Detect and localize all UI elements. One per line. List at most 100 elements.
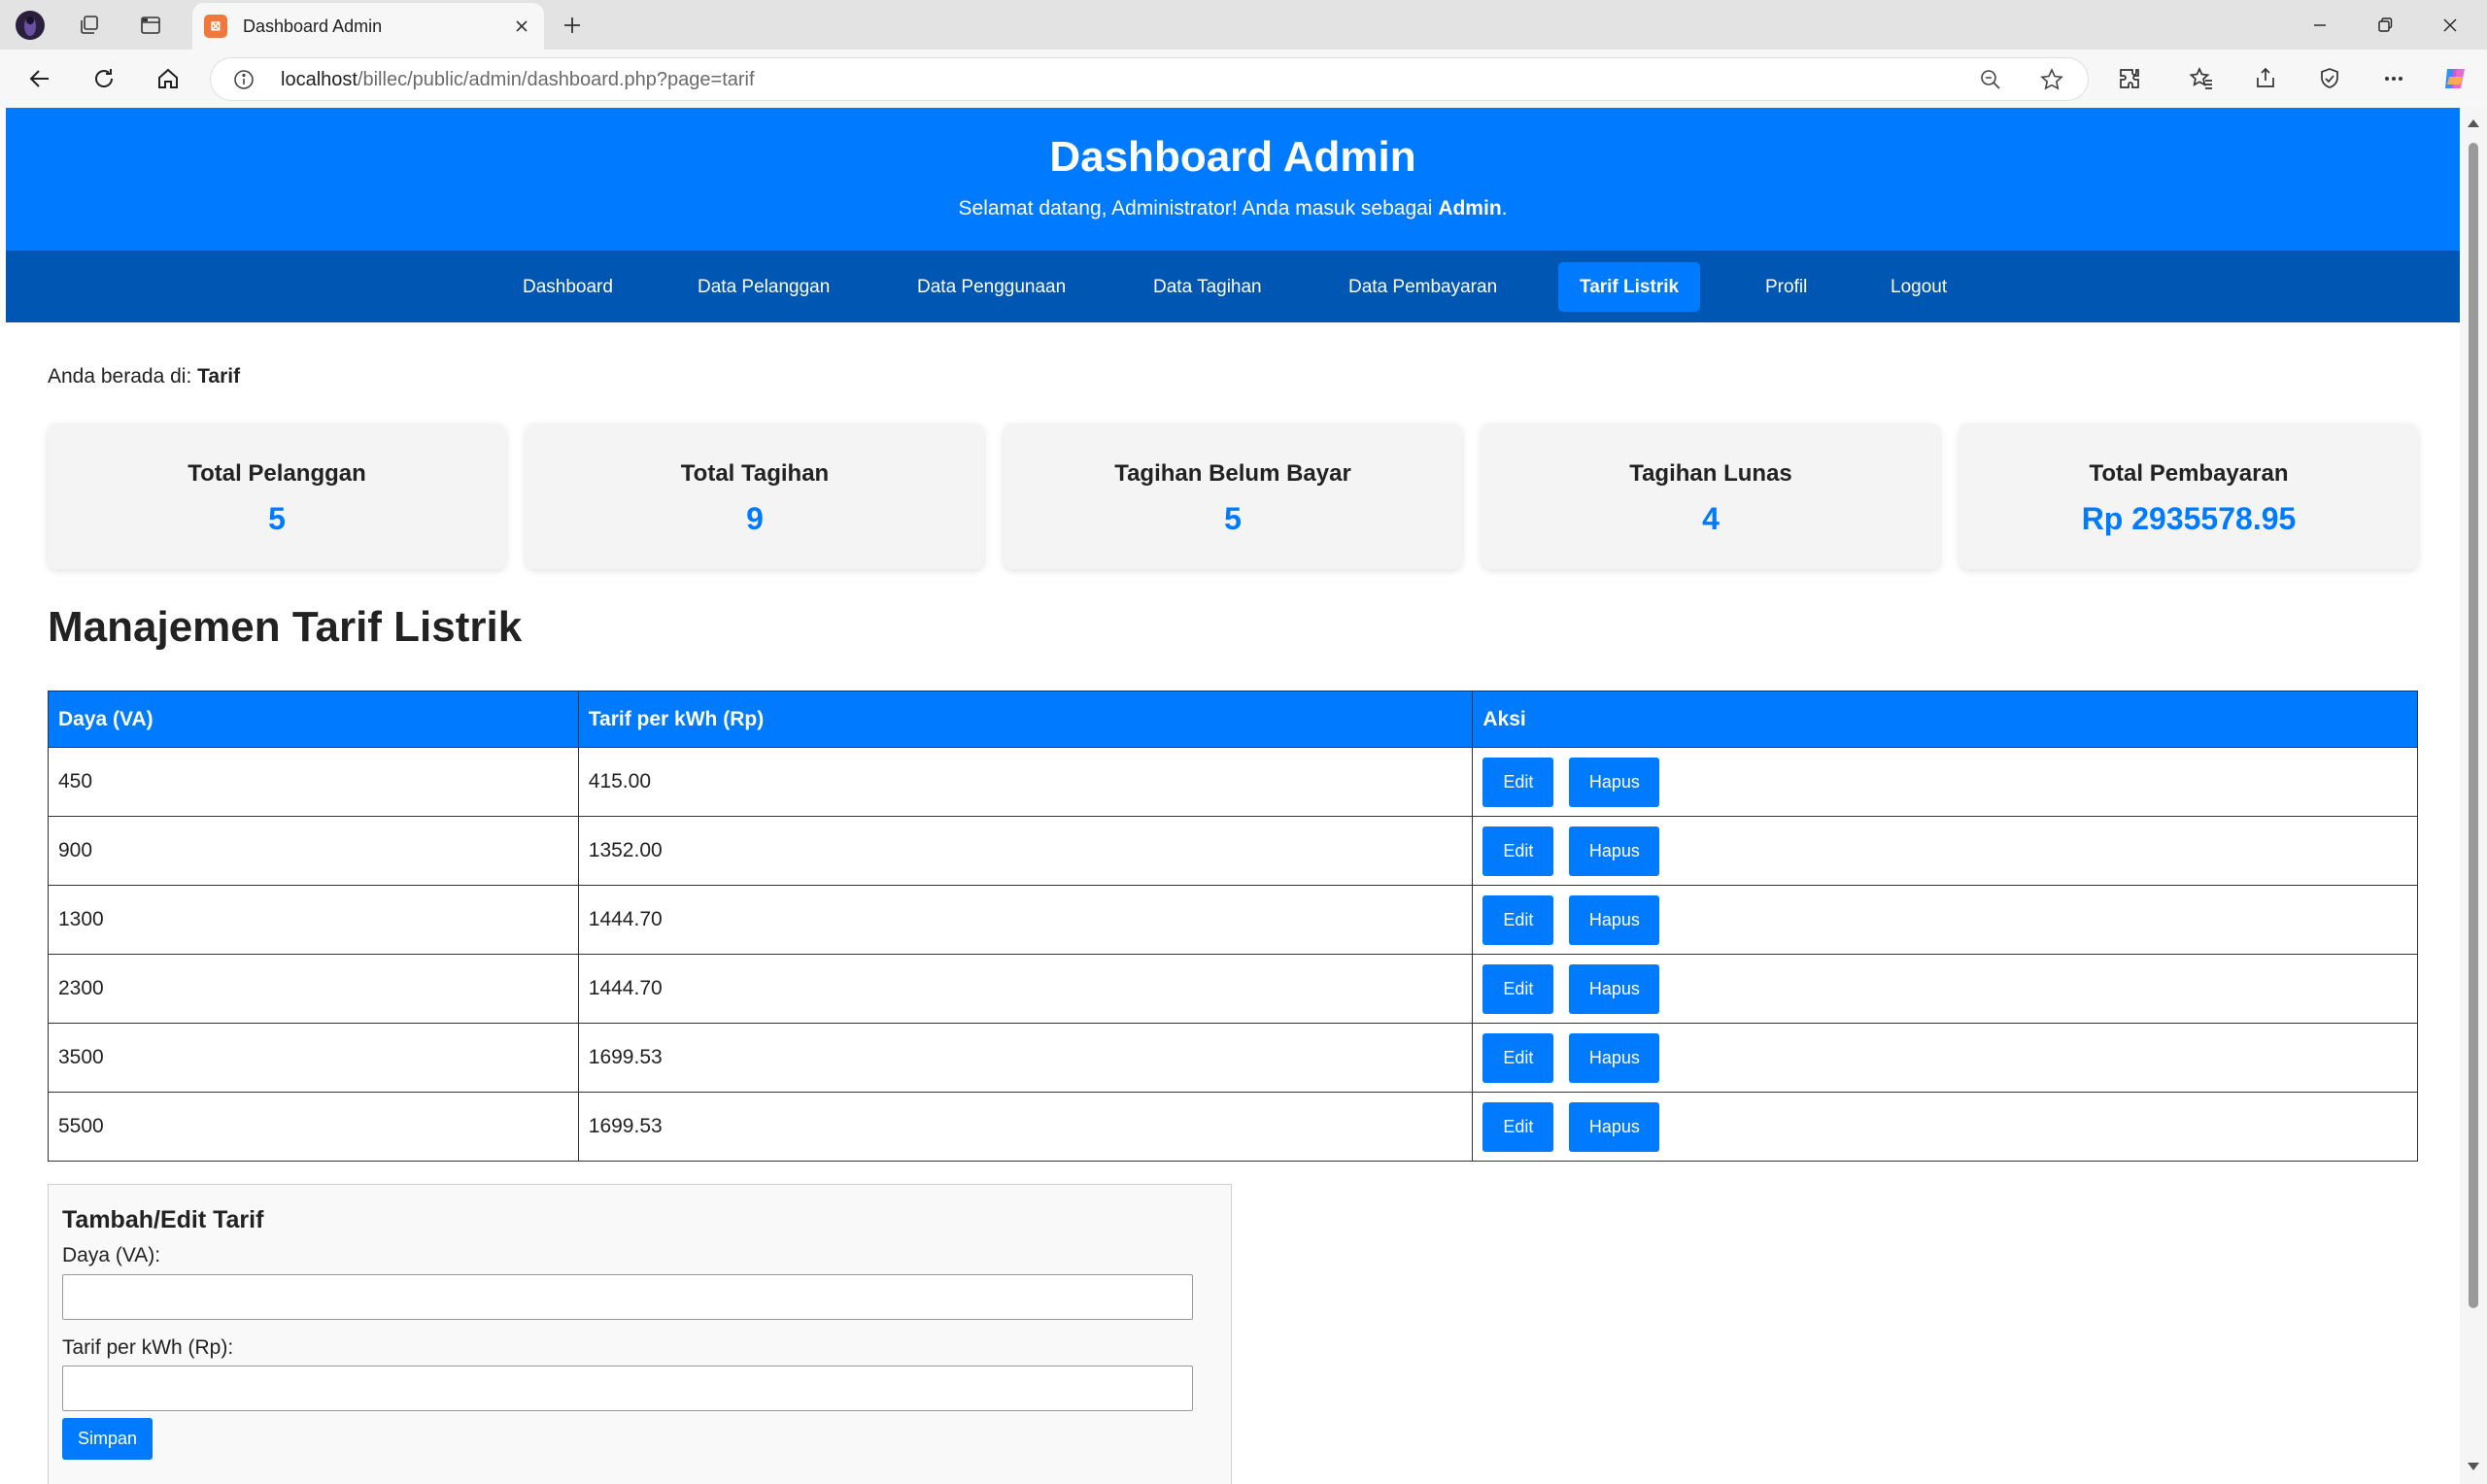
delete-button[interactable]: Hapus bbox=[1569, 894, 1660, 945]
simpan-button[interactable]: Simpan bbox=[62, 1418, 153, 1460]
edit-button[interactable]: Edit bbox=[1482, 894, 1554, 945]
address-bar[interactable]: localhost/billec/public/admin/dashboard.… bbox=[210, 57, 2089, 101]
browser-essentials-icon[interactable] bbox=[2311, 60, 2348, 97]
scroll-up-icon[interactable] bbox=[2467, 118, 2480, 129]
delete-button[interactable]: Hapus bbox=[1569, 826, 1660, 876]
tarif-input[interactable] bbox=[62, 1366, 1193, 1411]
table-row: 450 415.00 Edit Hapus bbox=[48, 747, 2418, 817]
site-info-icon[interactable] bbox=[232, 68, 256, 91]
cell-daya: 1300 bbox=[48, 885, 579, 955]
tarif-label: Tarif per kWh (Rp): bbox=[62, 1336, 234, 1359]
stat-card-tagihan-lunas: Tagihan Lunas 4 bbox=[1482, 423, 1940, 569]
cell-tarif: 415.00 bbox=[577, 747, 1474, 817]
edit-button[interactable]: Edit bbox=[1482, 1032, 1554, 1083]
stat-card-total-pembayaran: Total Pembayaran Rp 2935578.95 bbox=[1959, 423, 2418, 569]
edit-button[interactable]: Edit bbox=[1482, 826, 1554, 876]
favorites-icon[interactable] bbox=[2183, 60, 2220, 97]
xampp-favicon-icon: ⊠ bbox=[204, 15, 227, 38]
edit-button[interactable]: Edit bbox=[1482, 963, 1554, 1014]
zoom-icon[interactable] bbox=[1979, 68, 2002, 96]
delete-button[interactable]: Hapus bbox=[1569, 963, 1660, 1014]
stat-label: Tagihan Belum Bayar bbox=[1114, 460, 1351, 487]
cell-tarif: 1699.53 bbox=[577, 1092, 1474, 1162]
section-title: Manajemen Tarif Listrik bbox=[48, 603, 523, 651]
table-header-row: Daya (VA) Tarif per kWh (Rp) Aksi bbox=[48, 691, 2418, 748]
tab-dashboard-admin[interactable]: ⊠ Dashboard Admin bbox=[192, 3, 544, 50]
cell-daya: 450 bbox=[48, 747, 579, 817]
cell-tarif: 1699.53 bbox=[577, 1023, 1474, 1093]
tarif-table: Daya (VA) Tarif per kWh (Rp) Aksi 450 41… bbox=[48, 691, 2418, 1162]
edit-button[interactable]: Edit bbox=[1482, 757, 1554, 807]
breadcrumb: Anda berada di: Tarif bbox=[48, 365, 240, 388]
welcome-prefix: Selamat datang, Administrator! Anda masu… bbox=[958, 197, 1439, 219]
stat-value: 5 bbox=[1224, 501, 1242, 536]
cell-aksi: Edit Hapus bbox=[1472, 954, 2418, 1024]
form-title: Tambah/Edit Tarif bbox=[62, 1206, 264, 1233]
table-row: 1300 1444.70 Edit Hapus bbox=[48, 885, 2418, 955]
minimize-icon[interactable] bbox=[2291, 6, 2349, 45]
delete-button[interactable]: Hapus bbox=[1569, 1101, 1660, 1152]
extensions-icon[interactable] bbox=[2111, 60, 2148, 97]
nav-profil[interactable]: Profil bbox=[1744, 262, 1828, 312]
stat-value: 4 bbox=[1702, 501, 1720, 536]
workspaces-icon[interactable] bbox=[73, 9, 106, 42]
cell-daya: 900 bbox=[48, 816, 579, 886]
page-scrollbar[interactable] bbox=[2460, 108, 2487, 1484]
back-icon[interactable] bbox=[21, 60, 58, 97]
table-row: 900 1352.00 Edit Hapus bbox=[48, 816, 2418, 886]
nav-data-pembayaran[interactable]: Data Pembayaran bbox=[1327, 262, 1518, 312]
cell-aksi: Edit Hapus bbox=[1472, 816, 2418, 886]
copilot-icon[interactable] bbox=[2436, 60, 2473, 97]
edit-button[interactable]: Edit bbox=[1482, 1101, 1554, 1152]
restore-icon[interactable] bbox=[2356, 6, 2414, 45]
nav-dashboard[interactable]: Dashboard bbox=[501, 262, 634, 312]
new-tab-icon[interactable] bbox=[556, 9, 589, 42]
home-icon[interactable] bbox=[150, 60, 187, 97]
favorite-star-icon[interactable] bbox=[2039, 67, 2064, 97]
nav-data-penggunaan[interactable]: Data Penggunaan bbox=[896, 262, 1087, 312]
browser-toolbar: localhost/billec/public/admin/dashboard.… bbox=[0, 50, 2487, 108]
main-nav: Dashboard Data Pelanggan Data Penggunaan… bbox=[6, 251, 2460, 322]
tab-title: Dashboard Admin bbox=[243, 16, 383, 36]
table-row: 2300 1444.70 Edit Hapus bbox=[48, 954, 2418, 1024]
delete-button[interactable]: Hapus bbox=[1569, 757, 1660, 807]
cell-tarif: 1444.70 bbox=[577, 885, 1474, 955]
close-tab-icon[interactable] bbox=[507, 12, 536, 41]
vertical-tabs-icon[interactable] bbox=[134, 9, 167, 42]
daya-label: Daya (VA): bbox=[62, 1244, 161, 1266]
cell-daya: 5500 bbox=[48, 1092, 579, 1162]
tarif-form: Tambah/Edit Tarif Daya (VA): Tarif per k… bbox=[48, 1184, 1232, 1484]
stat-value: 9 bbox=[746, 501, 764, 536]
nav-data-tagihan[interactable]: Data Tagihan bbox=[1132, 262, 1283, 312]
nav-logout[interactable]: Logout bbox=[1869, 262, 1968, 312]
site-header: Dashboard Admin Selamat datang, Administ… bbox=[6, 108, 2460, 251]
delete-button[interactable]: Hapus bbox=[1569, 1032, 1660, 1083]
user-role: Admin bbox=[1438, 197, 1502, 219]
url-text[interactable]: localhost/billec/public/admin/dashboard.… bbox=[281, 69, 755, 91]
cell-aksi: Edit Hapus bbox=[1472, 747, 2418, 817]
browser-tab-bar: ⊠ Dashboard Admin bbox=[0, 0, 2487, 50]
more-options-icon[interactable] bbox=[2375, 60, 2412, 97]
close-window-icon[interactable] bbox=[2421, 6, 2479, 45]
stat-value: Rp 2935578.95 bbox=[2081, 501, 2297, 536]
stat-value: 5 bbox=[268, 501, 286, 536]
profile-avatar-icon[interactable] bbox=[14, 9, 47, 42]
scroll-down-icon[interactable] bbox=[2467, 1461, 2480, 1472]
nav-tarif-listrik[interactable]: Tarif Listrik bbox=[1558, 262, 1701, 312]
reload-icon[interactable] bbox=[85, 60, 122, 97]
nav-data-pelanggan[interactable]: Data Pelanggan bbox=[676, 262, 851, 312]
share-icon[interactable] bbox=[2247, 60, 2284, 97]
cell-aksi: Edit Hapus bbox=[1472, 1023, 2418, 1093]
column-header-tarif: Tarif per kWh (Rp) bbox=[577, 691, 1474, 748]
cell-aksi: Edit Hapus bbox=[1472, 885, 2418, 955]
welcome-suffix: . bbox=[1501, 197, 1508, 219]
column-header-daya: Daya (VA) bbox=[48, 691, 579, 748]
cell-tarif: 1352.00 bbox=[577, 816, 1474, 886]
cell-tarif: 1444.70 bbox=[577, 954, 1474, 1024]
daya-input[interactable] bbox=[62, 1274, 1193, 1320]
scrollbar-thumb[interactable] bbox=[2469, 143, 2478, 1308]
cell-aksi: Edit Hapus bbox=[1472, 1092, 2418, 1162]
table-row: 5500 1699.53 Edit Hapus bbox=[48, 1092, 2418, 1162]
breadcrumb-current: Tarif bbox=[197, 365, 241, 388]
cell-daya: 2300 bbox=[48, 954, 579, 1024]
